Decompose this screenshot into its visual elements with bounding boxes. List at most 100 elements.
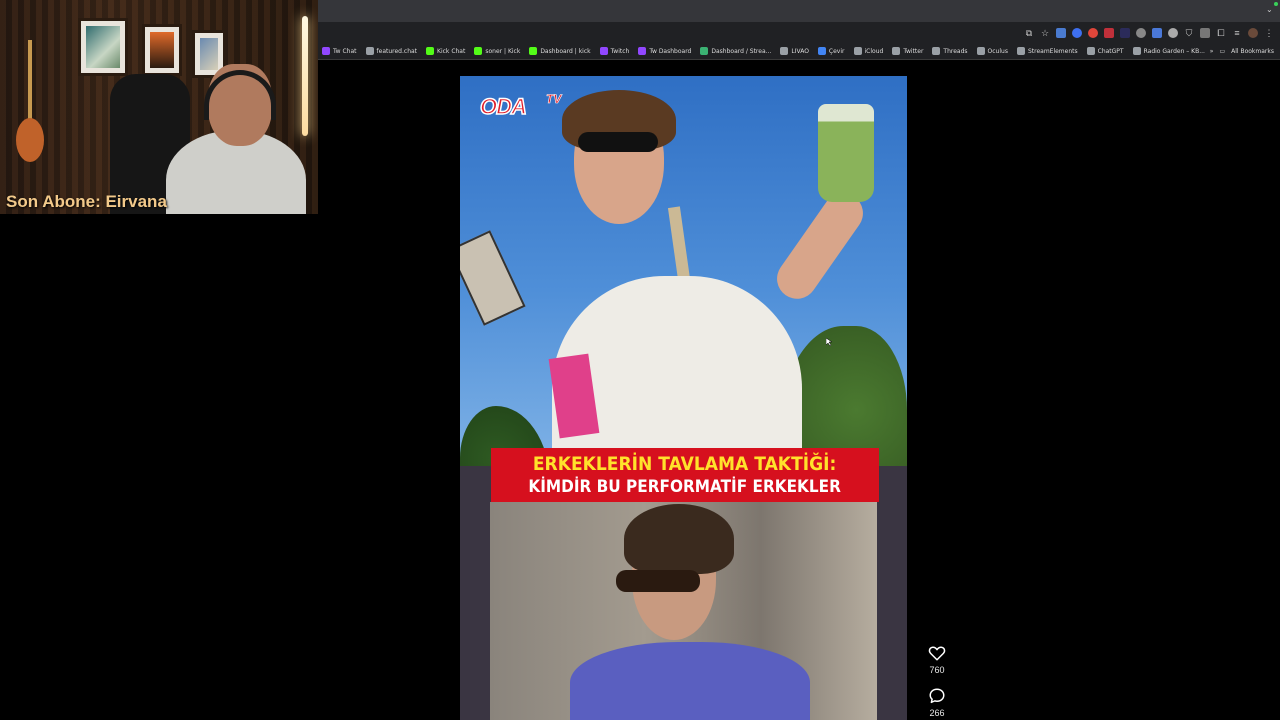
bookmark-item[interactable]: iCloud [853,47,884,55]
extension-icon[interactable] [1056,27,1066,38]
bookmark-label: Radio Garden – KB... [1143,47,1205,55]
bookmark-favicon-icon [976,47,985,55]
bookmark-label: Threads [943,47,968,55]
status-dot-icon [1274,2,1278,6]
drink-jar [818,104,874,202]
last-subscriber-text: Son Abone: Eirvana [6,192,167,211]
bookmark-favicon-icon [474,47,483,55]
media-icon[interactable]: ≡ [1232,28,1242,38]
bookmark-favicon-icon [365,47,374,55]
extension-icon[interactable] [1152,27,1162,38]
bookmark-favicon-icon [817,47,826,55]
logo-main-text: ODA [479,93,527,120]
menu-kebab-icon[interactable]: ⋮ [1264,28,1274,38]
bookmark-favicon-icon [780,47,789,55]
bookmark-item[interactable]: Twitter [892,47,923,55]
extension-icon[interactable] [1200,27,1210,38]
wall-frame-1 [78,18,128,76]
bookmark-favicon-icon [853,47,862,55]
bookmark-item[interactable]: soner | Kick [474,47,520,55]
all-bookmarks-button[interactable]: All Bookmarks [1231,48,1274,55]
toolbar-icons: ⧉ ☆ ⛉ ⧠ ≡ ⋮ [1024,25,1274,40]
heart-icon [928,646,946,661]
install-icon[interactable]: ⧉ [1024,28,1034,38]
bookmark-favicon-icon [932,47,941,55]
bookmark-item[interactable]: ChatGPT [1086,47,1124,55]
video-player[interactable]: ODA TV ERKEKLERİN TAVLAMA TAKTİĞİ: KİMDİ… [460,76,907,720]
bookmark-label: Çevir [828,47,845,55]
bookmark-favicon-icon [322,47,330,55]
wall-frame-2 [142,24,182,76]
like-count: 760 [929,665,945,675]
bookmark-item[interactable]: Tw Dashboard [638,47,691,55]
extension-icon[interactable] [1136,27,1146,38]
bookmark-favicon-icon [529,47,538,55]
bookmark-favicon-icon [599,47,608,55]
bookmark-label: Tw Dashboard [649,47,692,55]
bookmark-item[interactable]: featured.chat [365,47,418,55]
star-icon[interactable]: ☆ [1040,28,1050,38]
profile-avatar-icon[interactable] [1248,27,1258,38]
comment-bubble-icon [929,688,945,704]
bookmark-item[interactable]: Oculus [976,47,1008,55]
bookmark-item[interactable]: Tw Chat [322,47,357,55]
bookmark-item[interactable]: Twitch [599,47,630,55]
bookmark-item[interactable]: Dashboard / Strea... [700,47,771,55]
browser-tab-strip: ⌄ [318,0,1280,22]
bookmark-favicon-icon [1016,47,1025,55]
bookmark-favicon-icon [892,47,901,55]
logo-suffix-text: TV [546,92,562,107]
shield-icon[interactable]: ⛉ [1184,28,1194,38]
bookmark-label: soner | Kick [485,47,521,55]
folder-icon: ▭ [1219,48,1226,55]
bookmark-label: Kick Chat [437,47,466,55]
sunglasses-icon [616,570,700,592]
more-bookmarks-button[interactable]: » [1210,48,1214,55]
bookmark-favicon-icon [1086,47,1095,55]
chevron-down-icon[interactable]: ⌄ [1266,6,1274,14]
comment-count: 266 [929,708,945,718]
extension-icon[interactable] [1088,27,1098,38]
headline-banner: ERKEKLERİN TAVLAMA TAKTİĞİ: KİMDİR BU PE… [491,448,879,502]
bookmark-item[interactable]: Dashboard | kick [529,47,591,55]
bookmark-label: ChatGPT [1097,47,1124,55]
bookmark-item[interactable]: Çevir [817,47,845,55]
puzzle-icon[interactable]: ⧠ [1216,28,1226,38]
bookmark-label: Twitter [903,47,924,55]
light-strip [302,16,308,136]
bookmark-label: Dashboard | kick [540,47,591,55]
bookmark-item[interactable]: Threads [932,47,968,55]
comment-button[interactable]: 266 [928,687,946,718]
bookmarks-right: » ▭ All Bookmarks [1210,43,1274,59]
bookmark-favicon-icon [1132,47,1141,55]
bookmark-label: featured.chat [376,47,418,55]
bookmark-item[interactable]: StreamElements [1016,47,1078,55]
headline-line-2: KİMDİR BU PERFORMATİF ERKEKLER [528,476,842,497]
bookmark-favicon-icon [638,47,647,55]
bookmark-label: Twitch [610,47,630,55]
sunglasses-icon [578,132,658,152]
extension-icon[interactable] [1168,27,1178,38]
extension-icon[interactable] [1072,27,1082,38]
bookmark-label: Tw Chat [333,47,357,55]
like-button[interactable]: 760 [928,644,946,675]
bookmark-label: LIVAO [791,47,809,55]
bookmark-label: Oculus [987,47,1008,55]
extension-icon[interactable] [1120,27,1130,38]
bookmark-label: Dashboard / Strea... [711,47,772,55]
headline-line-1: ERKEKLERİN TAVLAMA TAKTİĞİ: [533,452,837,475]
odatv-logo: ODA TV [478,92,578,120]
bookmark-item[interactable]: Kick Chat [426,47,465,55]
bookmark-label: StreamElements [1027,47,1078,55]
bookmark-label: iCloud [864,47,884,55]
address-bar-row: ⧉ ☆ ⛉ ⧠ ≡ ⋮ [318,22,1280,43]
bookmark-favicon-icon [426,47,435,55]
bookmark-item[interactable]: Radio Garden – KB... [1132,47,1205,55]
webcam-overlay: Son Abone: Eirvana [0,0,318,214]
extension-icon[interactable] [1104,27,1114,38]
bookmark-item[interactable]: LIVAO [780,47,809,55]
guitar-icon [16,40,44,162]
screen: ⌄ ⧉ ☆ ⛉ ⧠ ≡ ⋮ Tw Chat featured.chat Kick C… [0,0,1280,720]
bookmarks-bar: Tw Chat featured.chat Kick Chat soner | Kic… [318,43,1280,60]
mouse-cursor-icon [826,338,832,346]
